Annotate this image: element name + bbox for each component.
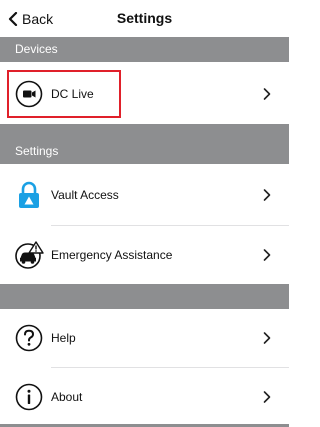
section-header-blank: [0, 284, 289, 309]
section-header-settings: Settings: [0, 124, 289, 164]
row-vault-access-label: Vault Access: [51, 188, 119, 202]
row-emergency-assistance-label: Emergency Assistance: [51, 248, 173, 262]
video-camera-icon: [14, 79, 44, 109]
row-dc-live-label: DC Live: [51, 87, 94, 101]
question-icon: [14, 323, 44, 353]
row-about[interactable]: About: [0, 368, 289, 426]
row-about-label: About: [51, 390, 83, 404]
page-title: Settings: [116, 10, 173, 26]
chevron-right-icon: [263, 391, 271, 403]
chevron-right-icon: [263, 189, 271, 201]
chevron-right-icon: [263, 249, 271, 261]
roadside-warning-icon: [14, 240, 44, 270]
chevron-right-icon: [263, 332, 271, 344]
section-header-devices: Devices: [0, 37, 289, 62]
row-help-label: Help: [51, 331, 76, 345]
row-vault-access[interactable]: Vault Access: [0, 166, 289, 224]
section-header-settings-label: Settings: [15, 144, 59, 158]
section-header-devices-label: Devices: [15, 42, 58, 56]
row-help[interactable]: Help: [0, 309, 289, 367]
row-emergency-assistance[interactable]: Emergency Assistance: [0, 226, 289, 284]
info-icon: [14, 382, 44, 412]
navigation-bar: Back Settings: [0, 0, 289, 37]
chevron-right-icon: [263, 88, 271, 100]
lock-icon: [14, 180, 44, 210]
row-dc-live[interactable]: DC Live: [0, 65, 289, 123]
